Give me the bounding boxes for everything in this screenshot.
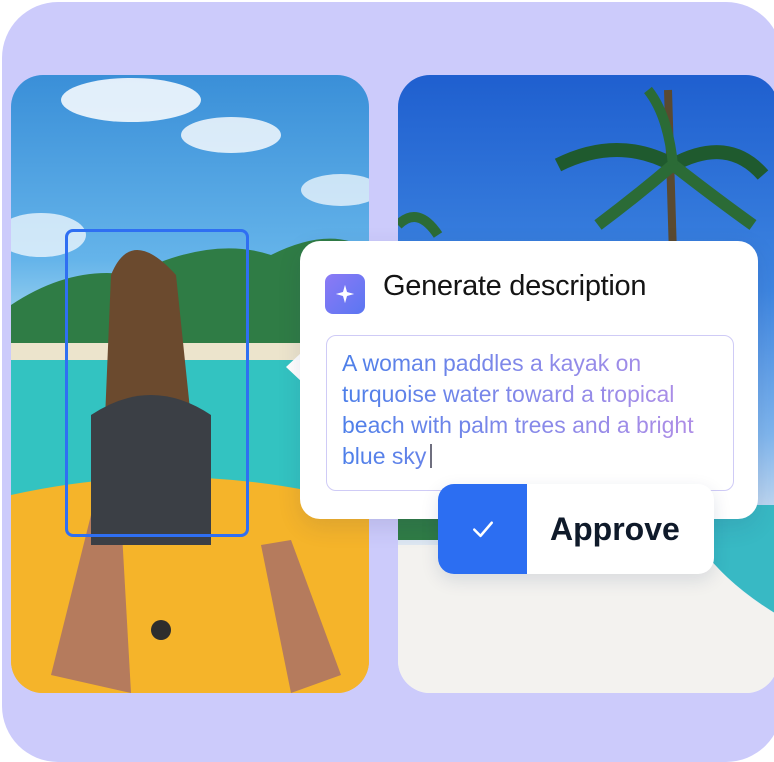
selection-box[interactable]: [65, 229, 249, 537]
description-textarea[interactable]: A woman paddles a kayak on turquoise wat…: [326, 335, 734, 491]
card-title: Generate description: [383, 270, 647, 302]
text-cursor: [430, 444, 432, 468]
description-text: A woman paddles a kayak on turquoise wat…: [342, 350, 694, 469]
sparkle-icon: [325, 274, 365, 314]
approve-button[interactable]: Approve: [438, 484, 714, 574]
approve-label: Approve: [550, 510, 680, 547]
generate-description-card: Generate description A woman paddles a k…: [300, 241, 758, 519]
check-icon: [438, 484, 527, 574]
